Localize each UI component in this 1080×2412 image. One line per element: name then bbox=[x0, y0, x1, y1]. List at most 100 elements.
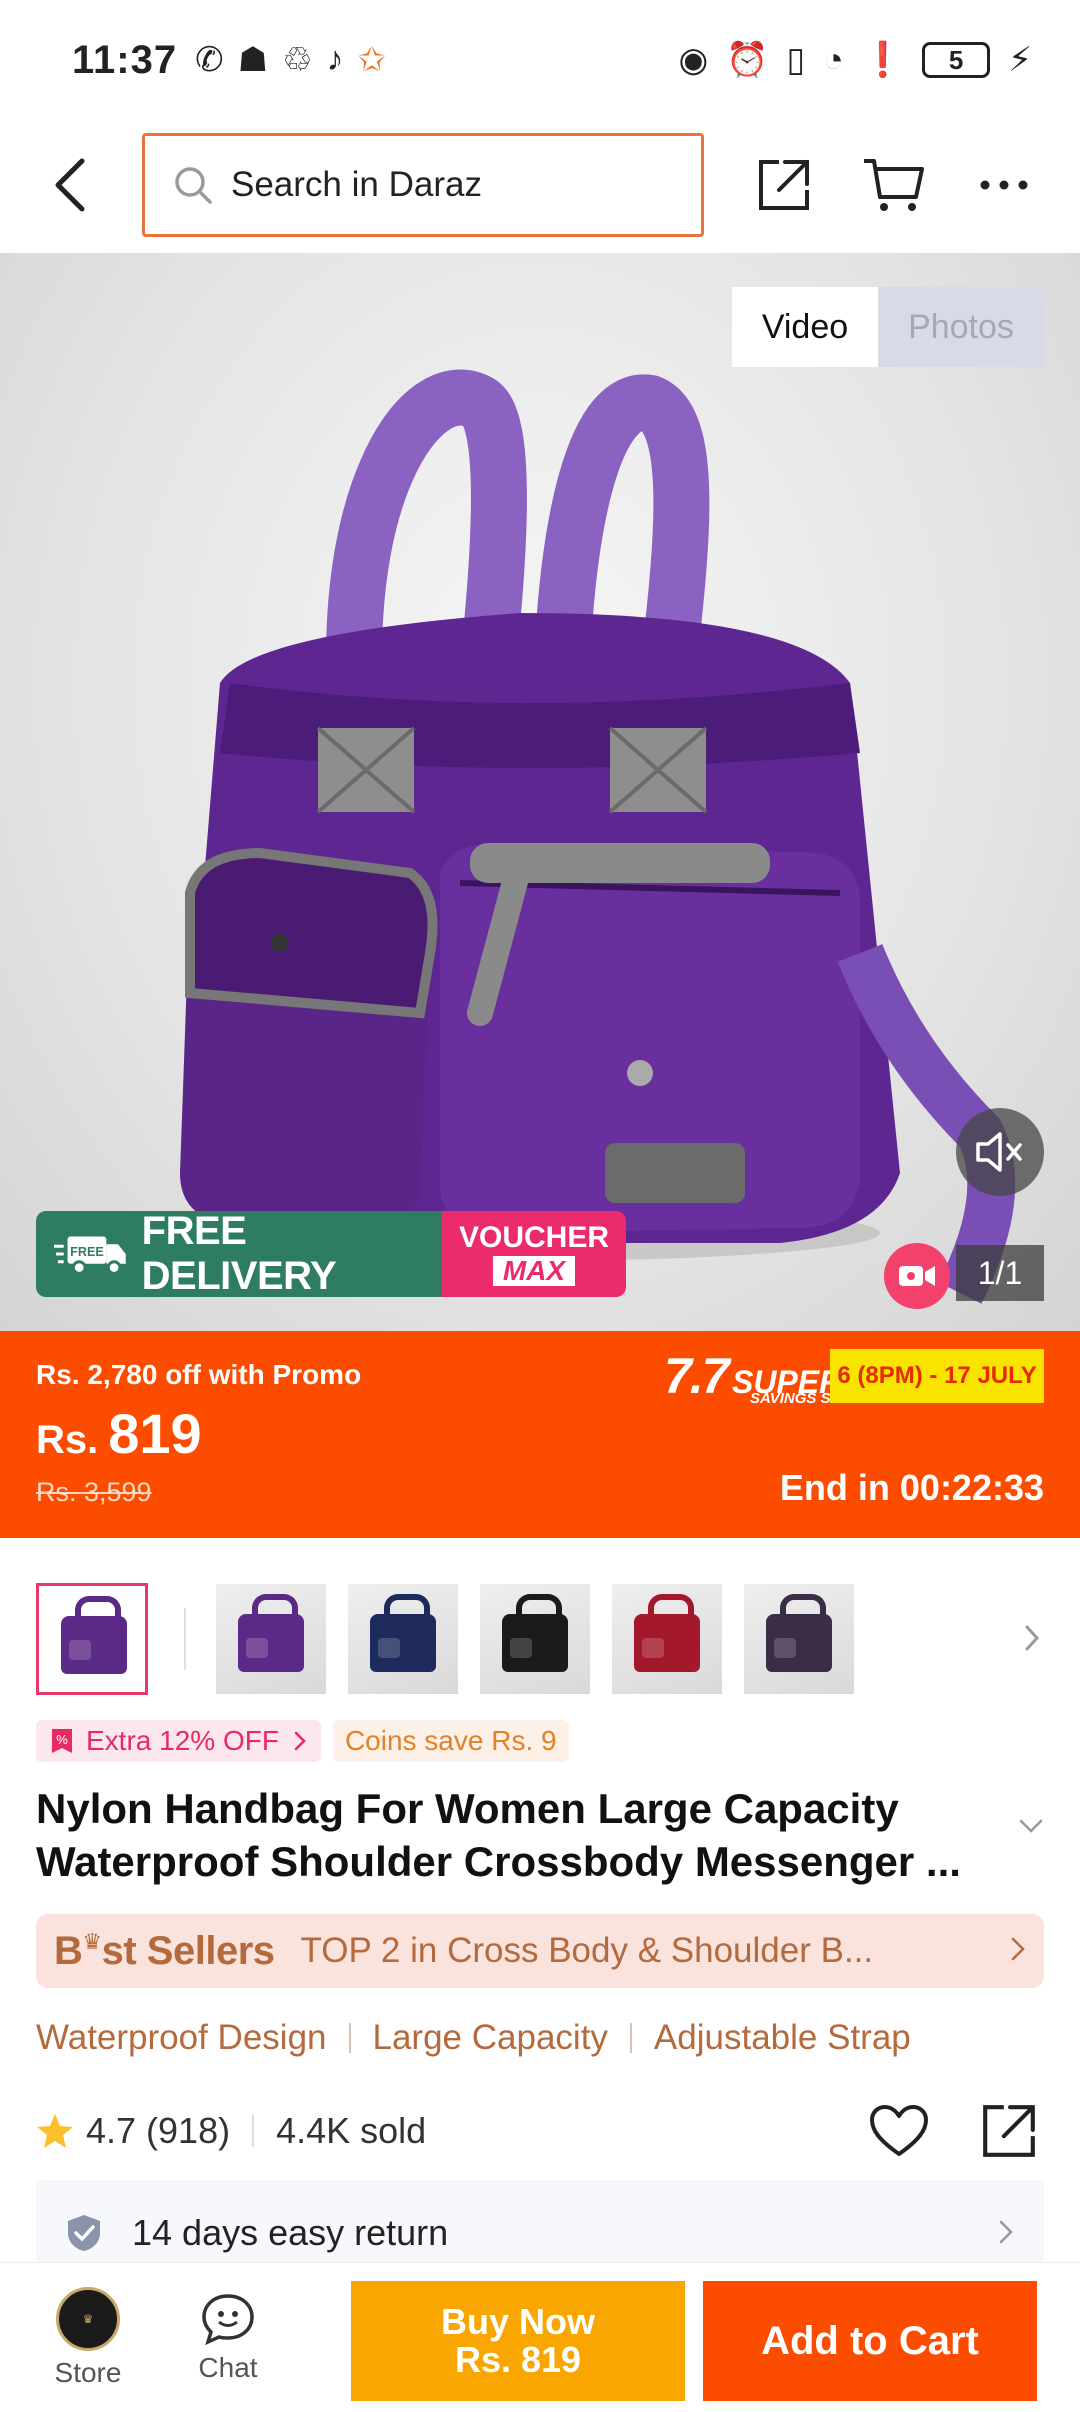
back-button[interactable] bbox=[30, 145, 110, 225]
share-product-button[interactable] bbox=[974, 2096, 1044, 2166]
free-delivery-badge: FREE FREE DELIVERY bbox=[36, 1211, 442, 1297]
rating-score: 4.7 bbox=[86, 2110, 137, 2151]
buy-now-label: Buy Now bbox=[440, 2301, 595, 2342]
chat-icon bbox=[202, 2293, 254, 2345]
sold-count: 4.4K sold bbox=[276, 2110, 427, 2151]
tiktok-icon: ♪ bbox=[326, 40, 344, 78]
chevron-right-icon bbox=[294, 1731, 306, 1751]
store-label: Store bbox=[54, 2356, 122, 2388]
chevron-right-icon bbox=[1011, 1937, 1025, 1960]
snapchat-icon: ☗ bbox=[237, 41, 269, 79]
search-box[interactable] bbox=[142, 133, 704, 237]
star-icon: ✩ bbox=[357, 41, 387, 79]
tab-photos[interactable]: Photos bbox=[878, 287, 1044, 367]
bag-thumbnail-image bbox=[502, 1594, 568, 1672]
thumbnail-divider bbox=[184, 1608, 186, 1670]
promo-badges: % Extra 12% OFF Coins save Rs. 9 bbox=[36, 1720, 569, 1762]
add-to-cart-button[interactable]: Add to Cart bbox=[703, 2281, 1037, 2401]
product-image bbox=[160, 369, 1016, 1304]
product-title: Nylon Handbag For Women Large Capacity W… bbox=[36, 1782, 976, 1888]
feature-divider bbox=[629, 2023, 632, 2053]
thumbnail-video[interactable] bbox=[36, 1583, 148, 1695]
feature-strap: Adjustable Strap bbox=[653, 2018, 911, 2057]
extra-off-badge[interactable]: % Extra 12% OFF bbox=[36, 1720, 321, 1762]
search-input[interactable] bbox=[231, 165, 651, 205]
price-value: 819 bbox=[108, 1402, 202, 1465]
promo-banner: FREE FREE DELIVERY VOUCHER MAX bbox=[36, 1211, 626, 1297]
bag-thumbnail-image bbox=[370, 1594, 436, 1672]
wishlist-button[interactable] bbox=[864, 2096, 934, 2166]
crown-icon: ♛ bbox=[82, 1928, 102, 1954]
cart-icon bbox=[864, 159, 924, 211]
recycle-icon: ♲ bbox=[282, 41, 313, 79]
price-banner: Rs. 2,780 off with Promo Rs. 819 Rs. 3,59… bbox=[0, 1331, 1080, 1538]
best-sellers-logo: B♛st Sellers bbox=[54, 1929, 275, 1974]
wifi-icon: ◔ bbox=[823, 40, 844, 79]
best-sellers-rank: TOP 2 in Cross Body & Shoulder B... bbox=[300, 1931, 874, 1970]
more-options-button[interactable] bbox=[964, 145, 1044, 225]
store-logo-icon: ♛ bbox=[56, 2286, 120, 2351]
thumbnails-next-button[interactable] bbox=[1024, 1624, 1040, 1657]
bottom-action-bar: ♛ Store Chat Buy Now Rs. 819 Add to Cart bbox=[0, 2262, 1080, 2412]
battery-icon: 5 bbox=[922, 42, 991, 78]
thumbnail-red[interactable] bbox=[612, 1584, 722, 1694]
mute-button[interactable] bbox=[956, 1108, 1044, 1196]
best-sellers-logo-rest: st Sellers bbox=[101, 1928, 275, 1973]
best-sellers-chevron bbox=[1010, 1936, 1026, 1967]
share-button[interactable] bbox=[744, 145, 824, 225]
status-bar: 11:37 ✆ ☗ ♲ ♪ ✩ ◉ ⏰ ▯ ◔ ❗ 5 ⚡ bbox=[0, 0, 1080, 120]
star-icon bbox=[37, 2114, 73, 2148]
price-currency: Rs. bbox=[36, 1418, 99, 1462]
rating-count[interactable]: (918) bbox=[146, 2110, 230, 2152]
expand-title-button[interactable] bbox=[1018, 1818, 1044, 1839]
thumbnail-model[interactable] bbox=[744, 1584, 854, 1694]
chevron-right-icon bbox=[999, 2220, 1013, 2244]
svg-text:%: % bbox=[56, 1732, 68, 1747]
rating-divider bbox=[252, 2115, 255, 2147]
buy-now-price: Rs. 819 bbox=[454, 2339, 582, 2380]
super-savings-sale-logo: 7.7 SUPER SAVINGS SALE bbox=[664, 1348, 861, 1406]
charging-icon: ⚡ bbox=[1008, 41, 1032, 79]
thumbnail-navy[interactable] bbox=[348, 1584, 458, 1694]
product-media[interactable]: Video Photos FREE FREE DELIVERY VOUCHER … bbox=[0, 253, 1080, 1331]
feature-divider bbox=[348, 2023, 351, 2053]
thumbnail-black[interactable] bbox=[480, 1584, 590, 1694]
alarm-icon: ⏰ bbox=[726, 41, 769, 79]
return-policy-chevron bbox=[998, 2212, 1014, 2254]
best-sellers-banner[interactable]: B♛st Sellers TOP 2 in Cross Body & Shoul… bbox=[36, 1914, 1044, 1988]
eye-icon: ◉ bbox=[678, 41, 709, 79]
return-policy-text: 14 days easy return bbox=[132, 2212, 449, 2253]
mute-icon bbox=[976, 1132, 1022, 1172]
buy-now-button[interactable]: Buy Now Rs. 819 bbox=[351, 2281, 685, 2401]
extra-off-text: Extra 12% OFF bbox=[86, 1725, 279, 1756]
tab-video[interactable]: Video bbox=[732, 287, 878, 367]
coins-badge: Coins save Rs. 9 bbox=[332, 1720, 569, 1762]
share-icon bbox=[759, 160, 809, 210]
bag-thumbnail-image bbox=[634, 1594, 700, 1672]
chevron-down-icon bbox=[1019, 1819, 1043, 1833]
media-tabs: Video Photos bbox=[732, 287, 1044, 367]
best-sellers-logo-b: B bbox=[54, 1928, 83, 1973]
thumbnail-purple[interactable] bbox=[216, 1584, 326, 1694]
voucher-icon: % bbox=[52, 1729, 72, 1753]
cart-button[interactable] bbox=[854, 145, 934, 225]
product-title-line-2: Waterproof Shoulder Crossbody Messenger … bbox=[36, 1838, 961, 1885]
bag-thumbnail-image bbox=[238, 1594, 304, 1672]
search-icon bbox=[175, 167, 212, 204]
chat-button[interactable]: Chat bbox=[168, 2292, 288, 2384]
share-icon bbox=[983, 2105, 1035, 2157]
free-delivery-text: FREE DELIVERY bbox=[141, 1211, 337, 1297]
chat-label: Chat bbox=[198, 2351, 258, 2383]
sale-number: 7.7 bbox=[664, 1348, 730, 1404]
rating-row: 4.7 (918) 4.4K sold bbox=[36, 2096, 1044, 2166]
sale-countdown: End in 00:22:33 bbox=[779, 1467, 1044, 1508]
system-icons: ◉ ⏰ ▯ ◔ ❗ 5 ⚡ bbox=[679, 40, 1033, 80]
alert-icon: ❗ bbox=[861, 41, 905, 79]
shield-check-icon bbox=[68, 2215, 100, 2251]
video-camera-icon bbox=[899, 1266, 935, 1286]
notification-icons: ✆ ☗ ♲ ♪ ✩ bbox=[195, 40, 386, 80]
whatsapp-icon: ✆ bbox=[195, 41, 224, 79]
video-call-button[interactable] bbox=[884, 1243, 950, 1309]
current-price: Rs. 819 bbox=[36, 1401, 202, 1466]
store-button[interactable]: ♛ Store bbox=[28, 2286, 148, 2389]
